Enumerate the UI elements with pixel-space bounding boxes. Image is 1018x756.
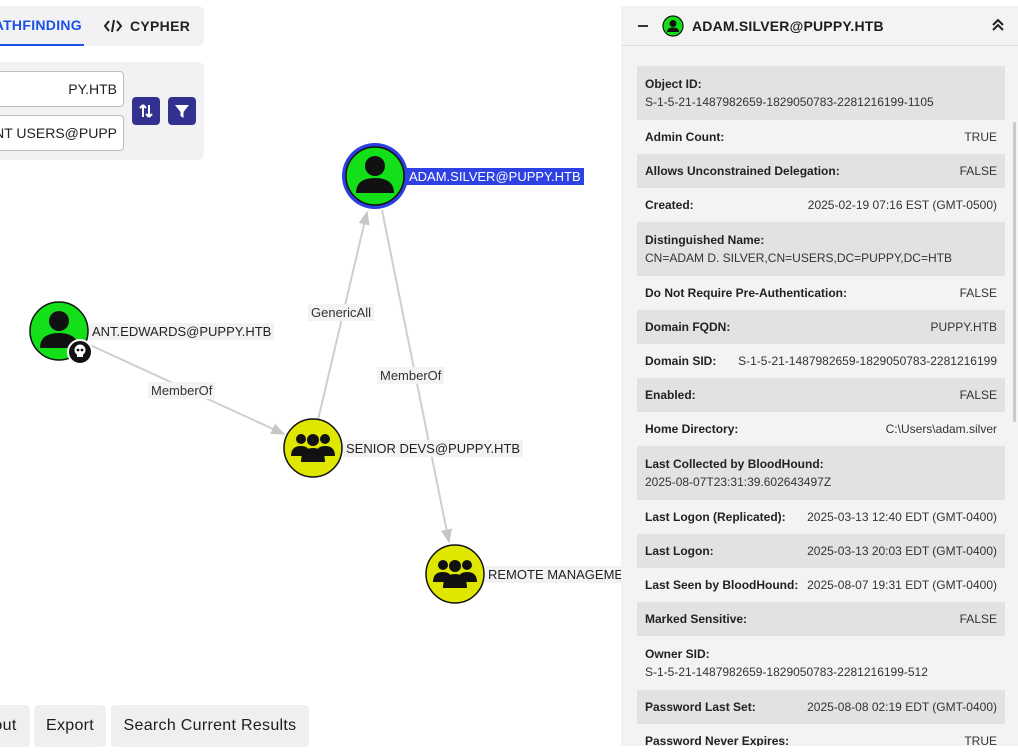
property-key: Marked Sensitive:	[645, 612, 748, 626]
edge-filter-button[interactable]	[168, 97, 196, 125]
property-key: Distinguished Name:	[645, 233, 765, 247]
edge-label-genericall[interactable]: GenericAll	[308, 304, 374, 321]
swap-icon	[139, 104, 153, 118]
property-key: Password Never Expires:	[645, 734, 790, 746]
property-row: Password Never Expires: TRUE	[637, 724, 1005, 746]
start-node-input[interactable]: PY.HTB	[0, 71, 124, 107]
property-key: Admin Count:	[645, 130, 725, 144]
property-key: Created:	[645, 198, 694, 212]
property-row: Last Seen by BloodHound: 2025-08-07 19:31…	[637, 568, 1005, 602]
property-value: 2025-03-13 12:40 EDT (GMT-0400)	[807, 510, 997, 524]
pathfinding-search-panel: PY.HTB NT USERS@PUPP	[0, 62, 204, 160]
property-value: TRUE	[964, 130, 997, 144]
layout-button[interactable]: out	[0, 705, 30, 747]
panel-scrollbar[interactable]	[1013, 122, 1016, 422]
property-key: Last Collected by BloodHound:	[645, 457, 824, 471]
property-row: Object ID: S-1-5-21-1487982659-1829050783…	[637, 66, 1005, 120]
tab-pathfinding[interactable]: ATHFINDING	[0, 6, 84, 46]
property-row: Distinguished Name: CN=ADAM D. SILVER,CN=…	[637, 222, 1005, 276]
property-value: TRUE	[964, 734, 997, 746]
property-key: Do Not Require Pre-Authentication:	[645, 286, 848, 300]
property-row: Admin Count: TRUE	[637, 120, 1005, 154]
property-key: Allows Unconstrained Delegation:	[645, 164, 840, 178]
property-value: C:\Users\adam.silver	[885, 422, 997, 436]
entity-panel-title: ADAM.SILVER@PUPPY.HTB	[692, 17, 884, 34]
search-mode-tabs: ATHFINDING CYPHER	[0, 6, 204, 46]
tab-cypher[interactable]: CYPHER	[104, 6, 190, 46]
property-key: Last Logon (Replicated):	[645, 510, 786, 524]
property-value: FALSE	[959, 164, 997, 178]
entity-info-panel: ADAM.SILVER@PUPPY.HTB Object ID: S-1-5-21…	[621, 6, 1018, 746]
node-remote-management[interactable]	[425, 544, 485, 604]
chevron-double-up-icon[interactable]	[990, 17, 1006, 33]
node-label-remote[interactable]: REMOTE MANAGEMEN	[485, 566, 636, 583]
user-avatar-icon	[662, 14, 684, 37]
property-row: Created: 2025-02-19 07:16 EST (GMT-0500)	[637, 188, 1005, 222]
filter-icon	[175, 105, 189, 118]
property-row: Marked Sensitive: FALSE	[637, 602, 1005, 636]
property-value: FALSE	[959, 612, 997, 626]
edge-label-memberof-adam[interactable]: MemberOf	[377, 367, 445, 384]
property-value: S-1-5-21-1487982659-1829050783-228121619…	[738, 354, 997, 368]
property-row: Enabled: FALSE	[637, 378, 1005, 412]
export-button[interactable]: Export	[34, 705, 106, 747]
end-node-input[interactable]: NT USERS@PUPP	[0, 115, 124, 151]
property-row: Last Logon (Replicated): 2025-03-13 12:40…	[637, 500, 1005, 534]
property-row: Owner SID: S-1-5-21-1487982659-1829050783…	[637, 636, 1005, 690]
properties-list: Object ID: S-1-5-21-1487982659-1829050783…	[637, 66, 1005, 746]
tab-cypher-label: CYPHER	[130, 18, 191, 34]
property-key: Home Directory:	[645, 422, 739, 436]
property-key: Owner SID:	[645, 647, 710, 661]
entity-properties-scroll[interactable]: Object ID: S-1-5-21-1487982659-1829050783…	[621, 46, 1018, 746]
owned-skull-icon	[67, 339, 93, 365]
collapse-minus-icon[interactable]	[638, 24, 648, 27]
swap-direction-button[interactable]	[132, 97, 160, 125]
node-senior-devs[interactable]	[283, 418, 343, 478]
code-icon	[104, 19, 122, 33]
property-row: Domain SID: S-1-5-21-1487982659-182905078…	[637, 344, 1005, 378]
property-value: 2025-02-19 07:16 EST (GMT-0500)	[807, 198, 997, 212]
node-ant-edwards[interactable]	[29, 301, 93, 365]
property-value: 2025-08-07 19:31 EDT (GMT-0400)	[807, 578, 997, 592]
property-value: S-1-5-21-1487982659-1829050783-228121619…	[645, 95, 934, 109]
entity-panel-header: ADAM.SILVER@PUPPY.HTB	[621, 6, 1018, 46]
node-label-senior[interactable]: SENIOR DEVS@PUPPY.HTB	[343, 440, 524, 457]
property-key: Last Logon:	[645, 544, 714, 558]
property-value: 2025-08-08 02:19 EDT (GMT-0400)	[807, 700, 997, 714]
property-value: 2025-03-13 20:03 EDT (GMT-0400)	[807, 544, 997, 558]
property-value: PUPPY.HTB	[930, 320, 997, 334]
property-key: Enabled:	[645, 388, 696, 402]
node-label-ant[interactable]: ANT.EDWARDS@PUPPY.HTB	[89, 323, 275, 340]
property-value: S-1-5-21-1487982659-1829050783-228121619…	[645, 665, 928, 679]
property-row: Home Directory: C:\Users\adam.silver	[637, 412, 1005, 446]
property-row: Allows Unconstrained Delegation: FALSE	[637, 154, 1005, 188]
property-row: Domain FQDN: PUPPY.HTB	[637, 310, 1005, 344]
search-current-results-button[interactable]: Search Current Results	[111, 705, 309, 747]
property-key: Last Seen by BloodHound:	[645, 578, 799, 592]
property-value: FALSE	[959, 388, 997, 402]
node-adam-silver[interactable]	[342, 143, 408, 209]
graph-canvas[interactable]: ADAM.SILVER@PUPPY.HTB ANT.EDWARDS@PUPPY.…	[0, 0, 1018, 756]
property-key: Domain SID:	[645, 354, 717, 368]
property-value: CN=ADAM D. SILVER,CN=USERS,DC=PUPPY,DC=H…	[645, 251, 952, 265]
property-row: Password Last Set: 2025-08-08 02:19 EDT (…	[637, 690, 1005, 724]
property-row: Last Logon: 2025-03-13 20:03 EDT (GMT-040…	[637, 534, 1005, 568]
edge-label-memberof-ant[interactable]: MemberOf	[148, 382, 216, 399]
property-row: Last Collected by BloodHound: 2025-08-07T…	[637, 446, 1005, 500]
property-value: 2025-08-07T23:31:39.602643497Z	[645, 475, 832, 489]
property-key: Password Last Set:	[645, 700, 756, 714]
property-key: Object ID:	[645, 77, 702, 91]
property-key: Domain FQDN:	[645, 320, 731, 334]
property-row: Do Not Require Pre-Authentication: FALSE	[637, 276, 1005, 310]
node-label-adam[interactable]: ADAM.SILVER@PUPPY.HTB	[406, 168, 584, 185]
property-value: FALSE	[959, 286, 997, 300]
